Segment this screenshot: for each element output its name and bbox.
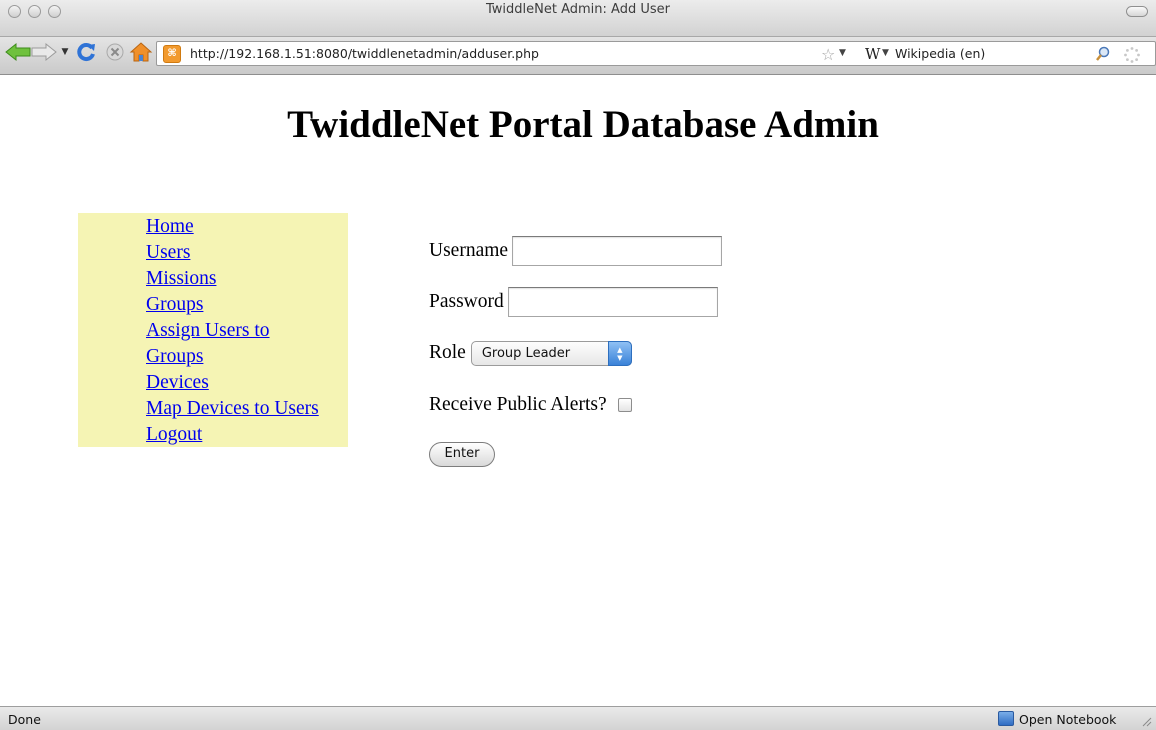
bookmark-dropdown-icon[interactable]: ▼ (839, 48, 846, 58)
nav-link-missions[interactable]: Missions (146, 268, 216, 289)
resize-grip-icon[interactable] (1140, 712, 1152, 727)
nav-list: Home Users Missions Groups Assign Users … (146, 214, 319, 448)
window-title: TwiddleNet Admin: Add User (486, 2, 670, 17)
nav-link-map-devices-to-users[interactable]: Map Devices to Users (146, 398, 319, 419)
alerts-label: Receive Public Alerts? (429, 394, 607, 415)
toolbar-toggle-button[interactable] (1126, 6, 1148, 17)
role-label: Role (429, 342, 466, 363)
role-select[interactable]: Group Leader ▲ ▼ (470, 340, 632, 366)
stop-icon[interactable] (104, 41, 126, 63)
status-text: Done (8, 712, 41, 727)
select-arrows-icon: ▲ ▼ (607, 340, 632, 366)
nav-link-groups[interactable]: Groups (146, 294, 203, 315)
search-engine-icon[interactable]: W (865, 45, 880, 63)
page-title: TwiddleNet Portal Database Admin (287, 103, 879, 146)
forward-icon[interactable] (30, 41, 58, 63)
username-row: Username (429, 236, 723, 266)
search-engine-field[interactable]: Wikipedia (en) (895, 46, 985, 61)
notebook-icon[interactable] (998, 711, 1014, 726)
nav-link-assign-users-to-groups[interactable]: Assign Users to Groups (146, 318, 296, 370)
alerts-row: Receive Public Alerts? (429, 394, 632, 416)
search-go-icon[interactable] (1095, 46, 1111, 62)
url-text[interactable]: http://192.168.1.51:8080/twiddlenetadmin… (190, 46, 539, 61)
throbber-icon (1123, 46, 1141, 64)
search-engine-dropdown-icon[interactable]: ▼ (882, 48, 889, 58)
browser-toolbar: ▼ ⌘ http://192.168.1.51:8080/twiddleneta… (0, 37, 1156, 75)
home-icon[interactable] (128, 41, 154, 63)
window-titlebar: TwiddleNet Admin: Add User (0, 0, 1156, 37)
nav-link-devices[interactable]: Devices (146, 372, 209, 393)
password-label: Password (429, 291, 504, 312)
favicon: ⌘ (163, 45, 181, 63)
role-select-value: Group Leader (481, 345, 571, 361)
receive-public-alerts-checkbox[interactable] (617, 398, 632, 412)
nav-link-home[interactable]: Home (146, 216, 194, 237)
nav-link-logout[interactable]: Logout (146, 424, 202, 445)
username-label: Username (429, 240, 509, 261)
nav-link-users[interactable]: Users (146, 242, 190, 263)
role-row: Role Group Leader ▲ ▼ (429, 339, 632, 367)
enter-button[interactable]: Enter (429, 442, 495, 467)
reload-icon[interactable] (74, 41, 98, 63)
url-bar[interactable]: ⌘ http://192.168.1.51:8080/twiddlenetadm… (156, 41, 1156, 66)
status-bar: Done Open Notebook (0, 706, 1156, 730)
password-input[interactable] (507, 287, 718, 317)
username-input[interactable] (512, 236, 723, 266)
sidebar-nav: Home Users Missions Groups Assign Users … (78, 213, 348, 447)
open-notebook-button[interactable]: Open Notebook (1019, 712, 1116, 727)
history-dropdown-icon[interactable]: ▼ (58, 41, 72, 63)
back-icon[interactable] (4, 41, 32, 63)
password-row: Password (429, 287, 718, 317)
bookmark-star-icon[interactable]: ☆ (821, 45, 835, 64)
